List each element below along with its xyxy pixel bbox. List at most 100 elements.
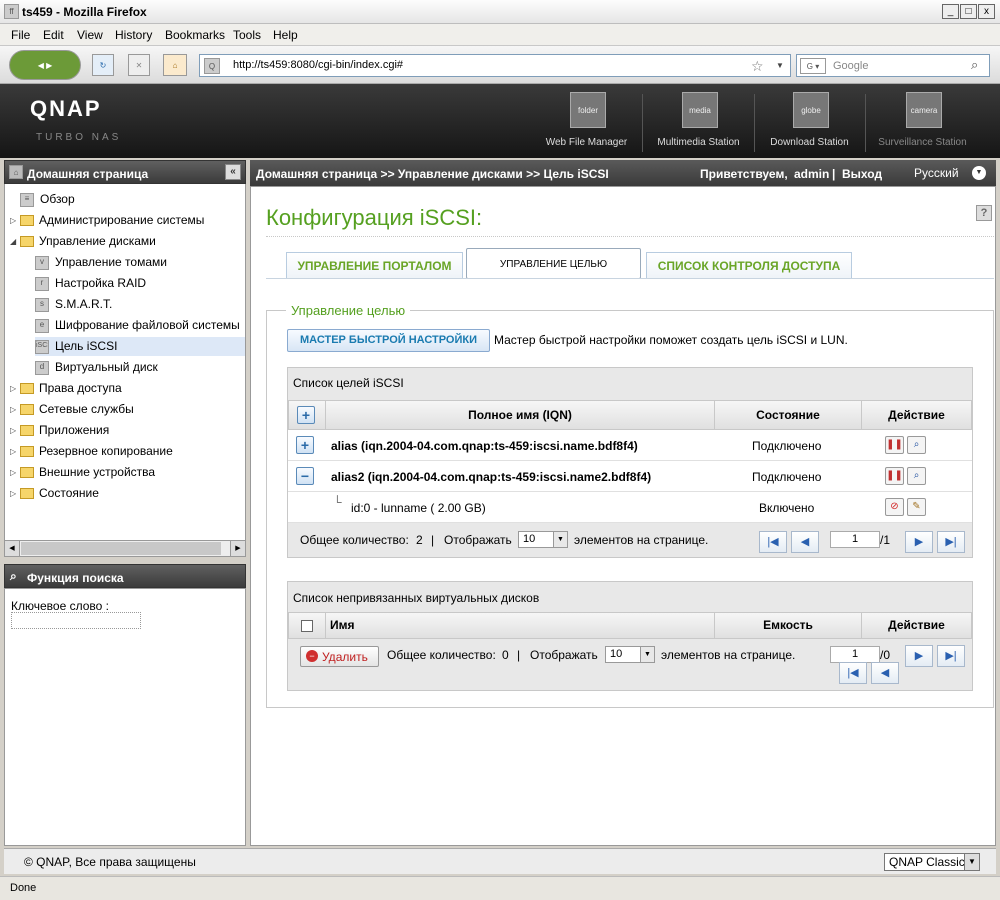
dropdown-arrow-icon[interactable]: ▼ bbox=[553, 532, 567, 547]
edit-icon[interactable]: ✎ bbox=[907, 498, 926, 516]
collapse-panel-button[interactable]: « bbox=[225, 164, 241, 180]
maximize-button[interactable]: □ bbox=[960, 4, 977, 19]
home-icon[interactable]: ⌂ bbox=[163, 54, 187, 76]
expand-arrow-icon[interactable]: ▷ bbox=[10, 442, 20, 461]
targets-page-input[interactable]: 1 bbox=[830, 531, 880, 548]
scroll-left-icon[interactable]: ◀ bbox=[5, 541, 20, 556]
tree-item-encryption[interactable]: e Шифрование файловой системы bbox=[35, 316, 240, 335]
theme-select[interactable]: QNAP Classic ▼ bbox=[884, 853, 980, 871]
menu-bookmarks[interactable]: Bookmarks bbox=[165, 28, 225, 42]
tree-item-network-services[interactable]: ▷ Сетевые службы bbox=[10, 400, 134, 419]
language-dropdown-icon[interactable]: ▼ bbox=[972, 166, 986, 180]
disable-icon[interactable]: ⊘ bbox=[885, 498, 904, 516]
keyword-input[interactable] bbox=[11, 612, 141, 629]
menu-view[interactable]: View bbox=[77, 28, 103, 42]
download-station-icon: globe bbox=[793, 92, 829, 128]
search-box[interactable]: G ▾ Google ⌕ bbox=[796, 54, 990, 77]
back-forward-icon[interactable]: ◀ ▶ bbox=[9, 50, 81, 80]
expand-arrow-icon[interactable]: ▷ bbox=[10, 211, 20, 230]
expand-row-plus-icon[interactable]: + bbox=[296, 436, 314, 454]
tree-item-overview[interactable]: ≡ Обзор bbox=[10, 190, 75, 209]
web-file-manager-launcher[interactable]: folder Web File Manager bbox=[534, 84, 639, 156]
download-station-launcher[interactable]: globe Download Station bbox=[757, 84, 862, 156]
collapse-arrow-icon[interactable]: ◢ bbox=[10, 232, 20, 251]
tree-horizontal-scrollbar[interactable]: ◀ ▶ bbox=[4, 540, 246, 557]
targets-per-page-select[interactable]: 10 ▼ bbox=[518, 531, 568, 548]
menu-help[interactable]: Help bbox=[273, 28, 298, 42]
tree-item-applications[interactable]: ▷ Приложения bbox=[10, 421, 109, 440]
tree-item-iscsi-target[interactable]: iSCSIЦель iSCSI bbox=[35, 337, 245, 356]
google-search-icon[interactable]: G ▾ bbox=[800, 58, 826, 74]
add-target-plus-icon[interactable]: + bbox=[297, 406, 315, 424]
last-page-icon[interactable]: ▶| bbox=[937, 645, 965, 667]
keyword-label: Ключевое слово : bbox=[11, 599, 109, 613]
tree-item-external-devices[interactable]: ▷ Внешние устройства bbox=[10, 463, 155, 482]
delete-button[interactable]: − Удалить bbox=[300, 646, 379, 667]
first-page-icon[interactable]: |◀ bbox=[839, 662, 867, 684]
quick-config-wizard-button[interactable]: МАСТЕР БЫСТРОЙ НАСТРОЙКИ bbox=[287, 329, 490, 352]
tree-item-volume-management[interactable]: v Управление томами bbox=[35, 253, 167, 272]
bookmark-star-icon[interactable]: ☆ bbox=[751, 58, 764, 75]
tree-item-disk-management[interactable]: ◢ Управление дисками bbox=[10, 232, 156, 251]
next-page-icon[interactable]: ▶ bbox=[905, 531, 933, 553]
minimize-button[interactable]: _ bbox=[942, 4, 959, 19]
tree-item-status[interactable]: ▷ Состояние bbox=[10, 484, 99, 503]
last-page-icon[interactable]: ▶| bbox=[937, 531, 965, 553]
expand-arrow-icon[interactable]: ▷ bbox=[10, 379, 20, 398]
menubar: File Edit View History Bookmarks Tools H… bbox=[0, 24, 1000, 46]
collapse-row-minus-icon[interactable]: − bbox=[296, 467, 314, 485]
help-icon[interactable]: ? bbox=[976, 205, 992, 221]
breadcrumb: Домашняя страница >> Управление дисками … bbox=[256, 167, 609, 181]
scroll-thumb[interactable] bbox=[21, 542, 221, 555]
tab-access-control-list[interactable]: СПИСОК КОНТРОЛЯ ДОСТУПА bbox=[646, 252, 852, 279]
close-button[interactable]: x bbox=[978, 4, 995, 19]
language-selector[interactable]: Русский bbox=[914, 166, 959, 180]
scroll-right-icon[interactable]: ▶ bbox=[230, 541, 245, 556]
stop-icon[interactable]: ✕ bbox=[128, 54, 150, 76]
vdisks-per-page-select[interactable]: 10 ▼ bbox=[605, 646, 655, 663]
delete-icon: − bbox=[306, 650, 318, 662]
folder-icon bbox=[20, 488, 34, 500]
tab-divider bbox=[266, 278, 994, 279]
expand-arrow-icon[interactable]: ▷ bbox=[10, 421, 20, 440]
tree-item-access-rights[interactable]: ▷ Права доступа bbox=[10, 379, 122, 398]
tree-item-system-admin[interactable]: ▷ Администрирование системы bbox=[10, 211, 204, 230]
magnifier-icon[interactable]: ⌕ bbox=[971, 57, 978, 73]
logout-link[interactable]: Выход bbox=[842, 167, 882, 181]
expand-arrow-icon[interactable]: ▷ bbox=[10, 400, 20, 419]
next-page-icon[interactable]: ▶ bbox=[905, 645, 933, 667]
pause-icon[interactable]: ❚❚ bbox=[885, 436, 904, 454]
surveillance-station-launcher[interactable]: camera Surveillance Station bbox=[870, 84, 975, 156]
tree-item-backup[interactable]: ▷ Резервное копирование bbox=[10, 442, 173, 461]
expand-arrow-icon[interactable]: ▷ bbox=[10, 463, 20, 482]
tab-target-management[interactable]: УПРАВЛЕНИЕ ЦЕЛЬЮ bbox=[466, 248, 641, 279]
targets-total-label: Общее количество: bbox=[300, 533, 409, 547]
first-page-icon[interactable]: |◀ bbox=[759, 531, 787, 553]
menu-tools[interactable]: Tools bbox=[233, 28, 261, 42]
tree-item-raid[interactable]: r Настройка RAID bbox=[35, 274, 146, 293]
select-all-checkbox[interactable] bbox=[301, 620, 313, 632]
tree-item-virtual-disk[interactable]: d Виртуальный диск bbox=[35, 358, 158, 377]
reload-icon[interactable]: ↻ bbox=[92, 54, 114, 76]
url-dropdown-icon[interactable]: ▼ bbox=[776, 61, 784, 70]
expand-arrow-icon[interactable]: ▷ bbox=[10, 484, 20, 503]
vdisks-total-label: Общее количество: bbox=[387, 648, 496, 662]
menu-history[interactable]: History bbox=[115, 28, 152, 42]
tree-item-smart[interactable]: s S.M.A.R.T. bbox=[35, 295, 112, 314]
prev-page-icon[interactable]: ◀ bbox=[871, 662, 899, 684]
section-title: Управление целью bbox=[286, 303, 411, 318]
dropdown-arrow-icon[interactable]: ▼ bbox=[964, 854, 979, 870]
view-details-icon[interactable]: ⌕ bbox=[907, 467, 926, 485]
menu-edit[interactable]: Edit bbox=[43, 28, 64, 42]
dropdown-arrow-icon[interactable]: ▼ bbox=[640, 647, 654, 662]
address-bar[interactable]: Q http://ts459:8080/cgi-bin/index.cgi# ☆… bbox=[199, 54, 791, 77]
tab-portal-management[interactable]: УПРАВЛЕНИЕ ПОРТАЛОМ bbox=[286, 252, 463, 279]
multimedia-station-launcher[interactable]: media Multimedia Station bbox=[646, 84, 751, 156]
vdisks-separator: | bbox=[517, 648, 521, 662]
prev-page-icon[interactable]: ◀ bbox=[791, 531, 819, 553]
pause-icon[interactable]: ❚❚ bbox=[885, 467, 904, 485]
folder-icon bbox=[20, 215, 34, 227]
view-details-icon[interactable]: ⌕ bbox=[907, 436, 926, 454]
vdisks-page-input[interactable]: 1 bbox=[830, 646, 880, 663]
menu-file[interactable]: File bbox=[11, 28, 30, 42]
